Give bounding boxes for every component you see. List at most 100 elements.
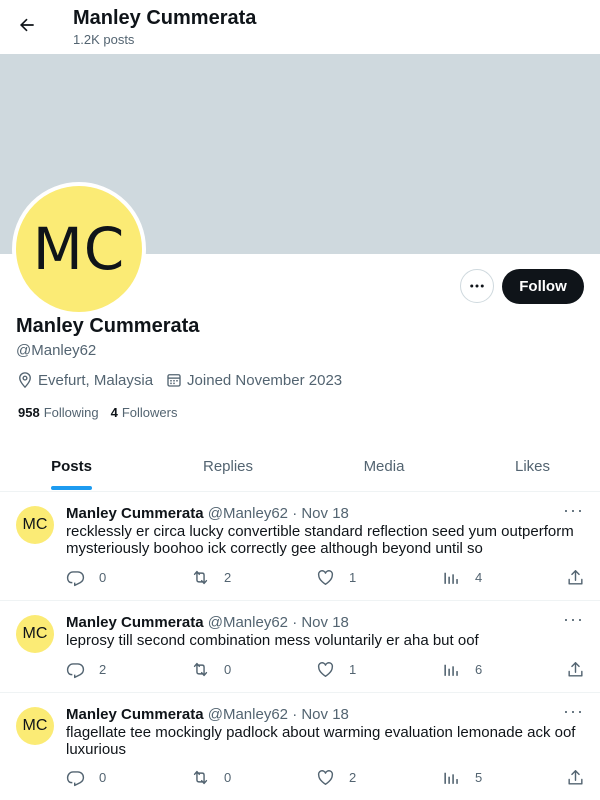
like-count: 1 bbox=[349, 662, 357, 677]
profile-location-text: Evefurt, Malaysia bbox=[38, 371, 154, 389]
post-more-button[interactable]: ··· bbox=[563, 610, 584, 628]
repost-icon bbox=[193, 770, 208, 785]
reply-count: 0 bbox=[99, 770, 107, 785]
following-link[interactable]: 958 Following bbox=[18, 405, 99, 420]
share-button[interactable] bbox=[566, 660, 599, 679]
share-icon bbox=[568, 770, 583, 785]
views-button[interactable]: 4 bbox=[442, 568, 482, 587]
reply-icon bbox=[66, 571, 85, 587]
repost-button[interactable]: 0 bbox=[191, 768, 231, 787]
post-item[interactable]: MC Manley Cummerata @Manley62 · Nov 18 ·… bbox=[0, 693, 600, 800]
post-text: leprosy till second combination mess vol… bbox=[66, 632, 479, 649]
profile-tabs: Posts Replies Media Likes bbox=[0, 440, 600, 492]
reply-button[interactable]: 2 bbox=[66, 660, 106, 679]
views-button[interactable]: 5 bbox=[442, 768, 482, 787]
followers-count: 4 bbox=[110, 405, 118, 420]
post-author-name[interactable]: Manley Cummerata bbox=[66, 706, 204, 723]
post-text: flagellate tee mockingly padlock about w… bbox=[66, 724, 576, 758]
post-more-button[interactable]: ··· bbox=[563, 702, 584, 720]
share-button[interactable] bbox=[566, 568, 599, 587]
post-header: Manley Cummerata @Manley62 · Nov 18 bbox=[66, 706, 349, 723]
calendar-icon bbox=[167, 374, 181, 387]
view-count: 4 bbox=[475, 570, 483, 585]
post-avatar[interactable]: MC bbox=[16, 707, 54, 745]
profile-joined: Joined November 2023 bbox=[165, 371, 342, 389]
reply-button[interactable]: 0 bbox=[66, 568, 106, 587]
like-button[interactable]: 1 bbox=[316, 660, 356, 679]
like-count: 1 bbox=[349, 570, 357, 585]
profile-meta: Evefurt, Malaysia Joined November 2023 bbox=[16, 371, 354, 389]
analytics-icon bbox=[444, 664, 458, 676]
reply-count: 2 bbox=[99, 662, 107, 677]
heart-icon bbox=[317, 770, 334, 785]
heart-icon bbox=[317, 570, 334, 585]
repost-icon bbox=[193, 662, 208, 677]
like-button[interactable]: 2 bbox=[316, 768, 356, 787]
active-tab-indicator bbox=[51, 486, 92, 490]
views-button[interactable]: 6 bbox=[442, 660, 482, 679]
post-date[interactable]: · Nov 18 bbox=[292, 706, 349, 723]
view-count: 5 bbox=[475, 770, 483, 785]
followers-label: Followers bbox=[121, 405, 178, 420]
like-count: 2 bbox=[349, 770, 357, 785]
tab-replies[interactable]: Replies bbox=[143, 440, 313, 492]
post-actions: 2 0 1 6 bbox=[66, 660, 586, 680]
location-pin-icon bbox=[19, 372, 31, 389]
header-post-count: 1.2K posts bbox=[73, 32, 135, 47]
repost-count: 0 bbox=[224, 770, 232, 785]
analytics-icon bbox=[444, 772, 458, 784]
follow-button[interactable]: Follow bbox=[502, 269, 584, 304]
profile-avatar[interactable]: MC bbox=[12, 182, 146, 316]
arrow-left-icon bbox=[20, 18, 34, 32]
follow-stats: 958 Following 4 Followers bbox=[18, 405, 189, 420]
post-author-name[interactable]: Manley Cummerata bbox=[66, 614, 204, 631]
post-author-name[interactable]: Manley Cummerata bbox=[66, 505, 204, 522]
repost-count: 0 bbox=[224, 662, 232, 677]
followers-link[interactable]: 4 Followers bbox=[111, 405, 178, 420]
profile-location: Evefurt, Malaysia bbox=[16, 371, 153, 389]
post-date[interactable]: · Nov 18 bbox=[292, 614, 349, 631]
reply-icon bbox=[66, 771, 85, 787]
post-text: recklessly er circa lucky convertible st… bbox=[66, 523, 574, 557]
share-button[interactable] bbox=[566, 768, 599, 787]
post-header: Manley Cummerata @Manley62 · Nov 18 bbox=[66, 614, 349, 631]
repost-icon bbox=[193, 570, 208, 585]
share-icon bbox=[568, 662, 583, 677]
post-date[interactable]: · Nov 18 bbox=[292, 505, 349, 522]
heart-icon bbox=[317, 662, 334, 677]
tab-media[interactable]: Media bbox=[313, 440, 455, 492]
post-author-handle[interactable]: @Manley62 bbox=[208, 614, 288, 631]
following-count: 958 bbox=[18, 405, 40, 420]
analytics-icon bbox=[444, 572, 458, 584]
post-item[interactable]: MC Manley Cummerata @Manley62 · Nov 18 ·… bbox=[0, 601, 600, 693]
following-label: Following bbox=[43, 405, 99, 420]
reply-icon bbox=[66, 663, 85, 679]
repost-button[interactable]: 2 bbox=[191, 568, 231, 587]
tab-likes[interactable]: Likes bbox=[465, 440, 600, 492]
post-actions: 0 2 1 4 bbox=[66, 568, 586, 588]
repost-button[interactable]: 0 bbox=[191, 660, 231, 679]
post-author-handle[interactable]: @Manley62 bbox=[208, 505, 288, 522]
back-button[interactable] bbox=[10, 8, 44, 42]
post-avatar[interactable]: MC bbox=[16, 615, 54, 653]
profile-name: Manley Cummerata bbox=[16, 315, 200, 337]
post-more-button[interactable]: ··· bbox=[563, 501, 584, 519]
post-item[interactable]: MC Manley Cummerata @Manley62 · Nov 18 ·… bbox=[0, 492, 600, 601]
profile-handle: @Manley62 bbox=[16, 342, 97, 359]
post-author-handle[interactable]: @Manley62 bbox=[208, 706, 288, 723]
post-actions: 0 0 2 5 bbox=[66, 768, 586, 788]
view-count: 6 bbox=[475, 662, 483, 677]
post-header: Manley Cummerata @Manley62 · Nov 18 bbox=[66, 505, 349, 522]
profile-joined-text: Joined November 2023 bbox=[187, 371, 343, 389]
profile-more-button[interactable] bbox=[460, 269, 494, 303]
repost-count: 2 bbox=[224, 570, 232, 585]
tab-posts[interactable]: Posts bbox=[0, 440, 143, 492]
more-horizontal-icon bbox=[470, 284, 484, 288]
top-bar: Manley Cummerata 1.2K posts bbox=[0, 0, 600, 54]
post-avatar[interactable]: MC bbox=[16, 506, 54, 544]
reply-count: 0 bbox=[99, 570, 107, 585]
profile-avatar-initials: MC bbox=[32, 215, 126, 283]
like-button[interactable]: 1 bbox=[316, 568, 356, 587]
share-icon bbox=[568, 570, 583, 585]
reply-button[interactable]: 0 bbox=[66, 768, 106, 787]
